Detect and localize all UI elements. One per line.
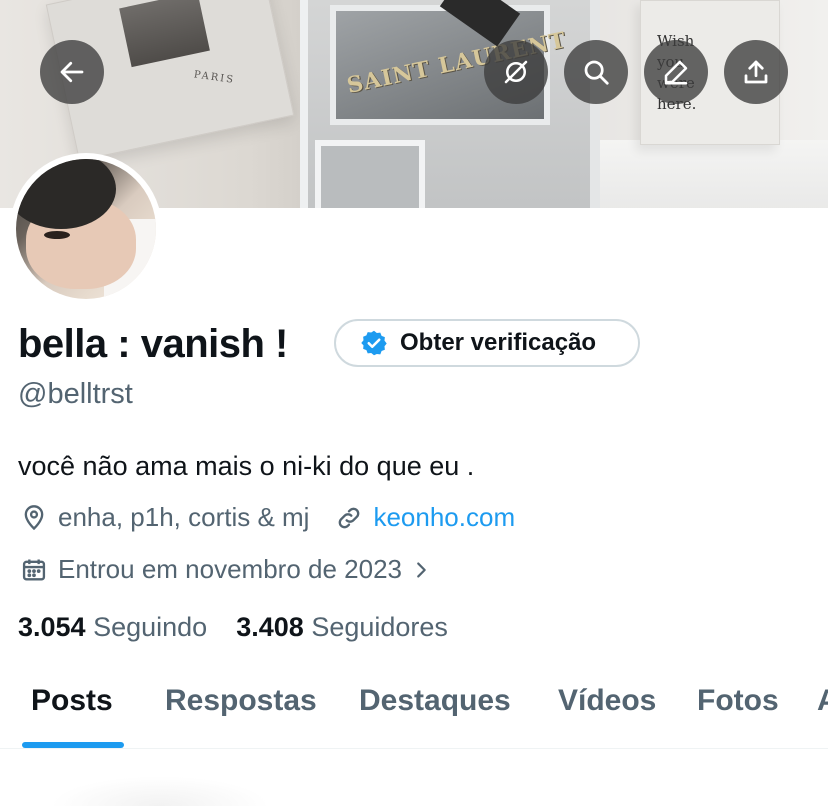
get-verified-button[interactable]: Obter verificação [334,319,640,367]
edit-button[interactable] [644,40,708,104]
search-icon [584,60,609,85]
banner-book-picture [119,0,210,68]
profile-joined[interactable]: Entrou em novembro de 2023 [20,554,432,585]
profile-website[interactable]: keonho.com [335,502,515,533]
profile-meta-row: enha, p1h, cortis & mj keonho.com [20,502,515,533]
location-text: enha, p1h, cortis & mj [58,502,310,532]
tab-replies[interactable]: Respostas [165,684,317,718]
verified-badge-icon [361,330,387,356]
back-button[interactable] [40,40,104,104]
location-pin-icon [24,504,44,530]
tab-posts[interactable]: Posts [31,684,113,718]
grok-icon [504,60,528,84]
followers-label: Seguidores [311,612,448,642]
banner-wall [600,140,828,208]
joined-text: Entrou em novembro de 2023 [58,554,402,584]
share-icon [744,60,768,84]
following-link[interactable]: 3.054 Seguindo [18,612,215,642]
calendar-icon [22,559,46,580]
chevron-right-icon [417,561,426,578]
share-button[interactable] [724,40,788,104]
tab-more[interactable]: A [817,684,828,718]
search-button[interactable] [564,40,628,104]
followers-count: 3.408 [236,612,304,642]
profile-location: enha, p1h, cortis & mj [20,502,309,533]
grok-button[interactable] [484,40,548,104]
feed-placeholder [50,776,270,806]
banner-door [315,140,425,208]
tabs-divider [0,748,828,749]
avatar-image [16,159,156,299]
edit-icon [664,60,688,85]
tab-photos[interactable]: Fotos [697,684,779,718]
profile-tabs: Posts Respostas Destaques Vídeos Fotos A [0,670,828,750]
arrow-left-icon [60,61,84,83]
get-verified-label: Obter verificação [400,329,597,356]
following-count: 3.054 [18,612,86,642]
website-link[interactable]: keonho.com [373,502,515,533]
following-label: Seguindo [93,612,208,642]
profile-handle: @belltrst [18,378,133,410]
display-name: bella : vanish ! [18,322,288,366]
profile-bio: você não ama mais o ni-ki do que eu . [18,451,475,481]
avatar[interactable] [10,153,162,305]
followers-link[interactable]: 3.408 Seguidores [236,612,448,642]
tab-highlights[interactable]: Destaques [359,684,511,718]
tab-videos[interactable]: Vídeos [558,684,656,718]
avatar-eye [44,231,70,239]
banner-book-text: PARIS [193,69,236,86]
follow-counts: 3.054 Seguindo 3.408 Seguidores [18,612,448,643]
link-icon [339,507,360,528]
